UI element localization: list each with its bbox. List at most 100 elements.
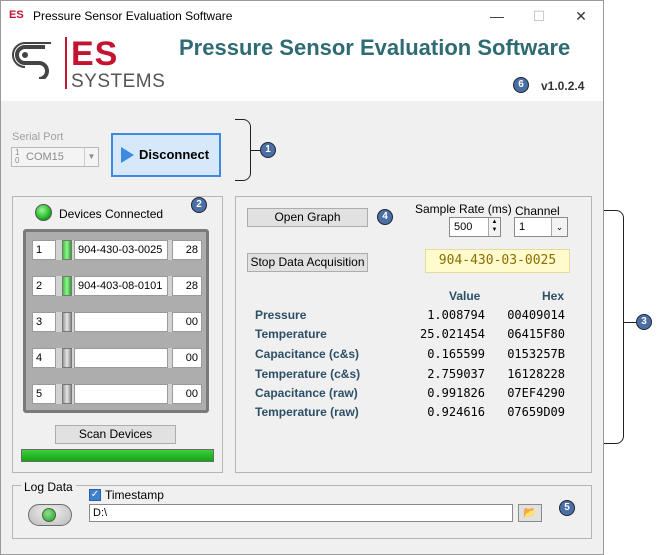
device-status-bar: [62, 384, 72, 404]
reading-value: 2.759037: [427, 367, 485, 381]
annotation-badge-3: 3: [636, 314, 652, 330]
device-serial: [74, 312, 168, 332]
connected-led-icon: [35, 204, 52, 221]
selected-device-serial: 904-430-03-0025: [425, 249, 570, 273]
play-icon: [42, 508, 56, 522]
reading-value: 1.008794: [427, 308, 485, 322]
folder-browse-button[interactable]: 📂: [518, 504, 542, 522]
devices-connected-label: Devices Connected: [59, 207, 164, 221]
scan-devices-button[interactable]: Scan Devices: [55, 425, 176, 444]
device-status-bar: [62, 240, 72, 260]
sample-rate-value: 500: [454, 221, 473, 233]
maximize-icon[interactable]: ☐: [525, 5, 553, 27]
device-row-1[interactable]: 1 904-430-03-0025 28: [32, 240, 202, 260]
annotation-bracket-3: [604, 210, 624, 444]
reading-label: Temperature (c&s): [255, 367, 361, 381]
annotation-badge-2: 2: [191, 197, 207, 213]
device-row-4[interactable]: 4 00: [32, 348, 202, 368]
reading-hex: 07EF4290: [507, 386, 565, 400]
timestamp-checkbox[interactable]: ✓: [89, 489, 101, 501]
app-header: ES SYSTEMS Pressure Sensor Evaluation So…: [1, 31, 603, 101]
serial-port-label: Serial Port: [12, 131, 64, 143]
minimize-icon[interactable]: —: [483, 5, 511, 27]
open-graph-button[interactable]: Open Graph: [247, 208, 368, 227]
reading-hex: 00409014: [507, 308, 565, 322]
reading-hex: 07659D09: [507, 405, 565, 419]
reading-value: 0.991826: [427, 386, 485, 400]
chevron-down-icon[interactable]: ▼: [84, 148, 98, 166]
logo-es-text: ES: [71, 35, 119, 73]
device-index: 4: [32, 348, 56, 368]
annotation-badge-5: 5: [559, 500, 575, 516]
annotation-bracket-1: [235, 119, 251, 181]
spinner-arrows-icon[interactable]: ▲ ▼: [488, 218, 500, 236]
reading-value: 0.165599: [427, 347, 485, 361]
device-index: 1: [32, 240, 56, 260]
logo-systems-text: SYSTEMS: [71, 71, 166, 92]
device-status-bar: [62, 312, 72, 332]
channel-label: Channel: [515, 204, 560, 218]
device-address: 28: [172, 276, 202, 296]
reading-hex: 16128228: [507, 367, 565, 381]
log-path-input[interactable]: D:\: [89, 504, 513, 522]
scan-progress-fill: [22, 450, 213, 461]
log-toggle-button[interactable]: [28, 504, 72, 526]
device-status-bar: [62, 348, 72, 368]
sample-rate-input[interactable]: 500 ▲ ▼: [449, 217, 501, 237]
app-title: Pressure Sensor Evaluation Software: [179, 35, 571, 60]
device-list: 1 904-430-03-0025 28 2 904-403-08-0101 2…: [23, 229, 209, 413]
device-address: 28: [172, 240, 202, 260]
app-window: ES Pressure Sensor Evaluation Software —…: [0, 0, 604, 555]
reading-label: Temperature (raw): [255, 405, 359, 419]
reading-hex: 06415F80: [507, 327, 565, 341]
device-row-3[interactable]: 3 00: [32, 312, 202, 332]
reading-label: Temperature: [255, 327, 327, 341]
device-status-bar: [62, 276, 72, 296]
channel-value: 1: [519, 221, 526, 233]
annotation-leader-3: [624, 322, 636, 323]
close-icon[interactable]: ✕: [567, 5, 595, 27]
serial-port-value: COM15: [26, 151, 64, 163]
stop-acquisition-button[interactable]: Stop Data Acquisition: [247, 253, 368, 272]
version-badge: 6: [513, 77, 529, 93]
port-io-icon: 10: [15, 148, 20, 165]
device-index: 3: [32, 312, 56, 332]
reading-label: Capacitance (c&s): [255, 347, 360, 361]
device-serial: [74, 348, 168, 368]
device-index: 5: [32, 384, 56, 404]
device-index: 2: [32, 276, 56, 296]
reading-label: Capacitance (raw): [255, 386, 358, 400]
device-serial: 904-430-03-0025: [74, 240, 168, 260]
device-serial: 904-403-08-0101: [74, 276, 168, 296]
disconnect-label: Disconnect: [139, 147, 210, 162]
play-icon: [121, 147, 134, 163]
log-data-label: Log Data: [21, 480, 76, 494]
hex-column-header: Hex: [542, 289, 565, 303]
annotation-badge-4: 4: [377, 209, 393, 225]
device-serial: [74, 384, 168, 404]
title-bar: ES Pressure Sensor Evaluation Software —…: [1, 1, 603, 31]
serial-port-select[interactable]: 10 COM15 ▼: [11, 147, 99, 167]
es-logo-icon: [12, 42, 51, 79]
app-icon: ES: [9, 9, 24, 21]
timestamp-label: Timestamp: [105, 488, 164, 502]
device-row-5[interactable]: 5 00: [32, 384, 202, 404]
disconnect-button[interactable]: Disconnect: [111, 133, 221, 177]
reading-value: 0.924616: [427, 405, 485, 419]
channel-select[interactable]: 1 ⌄: [514, 217, 568, 237]
device-row-2[interactable]: 2 904-403-08-0101 28: [32, 276, 202, 296]
logo-divider: [65, 37, 67, 89]
device-address: 00: [172, 312, 202, 332]
annotation-badge-1: 1: [260, 142, 276, 158]
version-label: v1.0.2.4: [541, 79, 585, 93]
window-title: Pressure Sensor Evaluation Software: [33, 9, 233, 23]
sample-rate-label: Sample Rate (ms): [415, 202, 512, 216]
value-column-header: Value: [449, 289, 481, 303]
reading-hex: 0153257B: [507, 347, 565, 361]
reading-value: 25.021454: [419, 327, 485, 341]
chevron-down-icon[interactable]: ⌄: [551, 218, 567, 236]
reading-label: Pressure: [255, 308, 307, 322]
device-address: 00: [172, 348, 202, 368]
folder-icon: 📂: [523, 507, 537, 519]
scan-progress-bar: [21, 449, 214, 462]
